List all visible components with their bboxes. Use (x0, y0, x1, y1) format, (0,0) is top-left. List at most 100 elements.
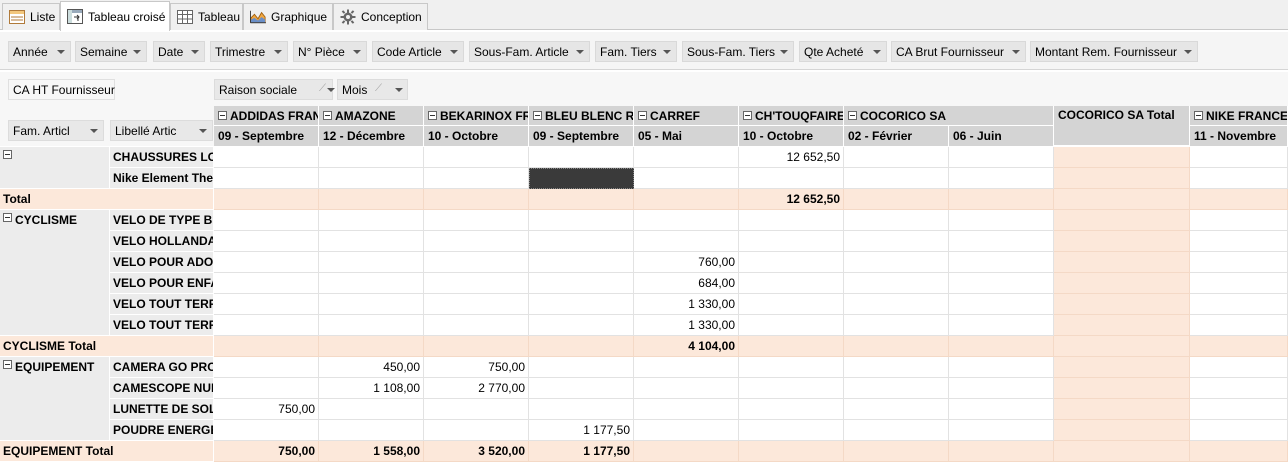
data-cell[interactable] (1190, 315, 1288, 336)
collapse-icon[interactable] (743, 111, 752, 120)
total-cell[interactable] (1054, 336, 1190, 357)
column-group-header[interactable]: NIKE FRANCE (1190, 106, 1288, 126)
chevron-down-icon[interactable] (327, 88, 335, 92)
filter-field-semaine[interactable]: Semaine (75, 41, 147, 62)
data-cell[interactable] (1054, 315, 1190, 336)
column-month-header[interactable]: 06 - Juin (949, 126, 1054, 147)
total-cell[interactable] (424, 336, 529, 357)
data-cell[interactable] (319, 273, 424, 294)
data-cell[interactable]: 684,00 (634, 273, 739, 294)
chevron-down-icon[interactable] (1184, 50, 1192, 54)
data-cell[interactable] (949, 273, 1054, 294)
data-cell[interactable] (319, 315, 424, 336)
data-cell[interactable] (634, 357, 739, 378)
data-cell[interactable] (424, 210, 529, 231)
data-cell[interactable] (319, 231, 424, 252)
total-cell[interactable]: 1 177,50 (529, 441, 634, 462)
filter-field-sous-fam-tiers[interactable]: Sous-Fam. Tiers (682, 41, 794, 62)
data-cell[interactable]: 760,00 (634, 252, 739, 273)
data-cell[interactable] (424, 420, 529, 441)
collapse-icon[interactable] (1194, 111, 1203, 120)
filter-field-sous-fam-article[interactable]: Sous-Fam. Article (469, 41, 590, 62)
data-cell[interactable] (739, 252, 844, 273)
data-field-ca-ht-fournisseur[interactable]: CA HT Fournisseur (8, 79, 115, 100)
column-month-header[interactable]: 02 - Février (844, 126, 949, 147)
column-group-header[interactable]: CARREF (634, 106, 739, 126)
data-cell[interactable]: 1 108,00 (319, 378, 424, 399)
collapse-icon[interactable] (323, 111, 332, 120)
data-cell[interactable] (949, 294, 1054, 315)
chevron-down-icon[interactable] (576, 50, 584, 54)
total-cell[interactable] (739, 441, 844, 462)
total-cell[interactable] (529, 189, 634, 210)
data-cell[interactable]: 750,00 (214, 399, 319, 420)
data-cell[interactable] (949, 252, 1054, 273)
data-cell[interactable] (424, 252, 529, 273)
data-cell[interactable] (844, 294, 949, 315)
data-cell[interactable] (1054, 252, 1190, 273)
total-cell[interactable] (319, 189, 424, 210)
data-cell[interactable] (739, 168, 844, 189)
data-cell[interactable] (949, 420, 1054, 441)
data-cell[interactable] (844, 315, 949, 336)
data-cell[interactable] (1190, 273, 1288, 294)
filter-field-annee[interactable]: Année (8, 41, 71, 62)
data-cell[interactable] (739, 420, 844, 441)
total-cell[interactable] (1190, 189, 1288, 210)
data-cell[interactable] (739, 231, 844, 252)
filter-field-ca-brut-fournisseur[interactable]: CA Brut Fournisseur (891, 41, 1026, 62)
row-field-libelle-article[interactable]: Libellé Artic (110, 120, 213, 141)
data-cell[interactable] (739, 210, 844, 231)
total-cell[interactable] (214, 189, 319, 210)
data-cell[interactable] (214, 252, 319, 273)
filter-field-montant-rem-fournisseur[interactable]: Montant Rem. Fournisseur (1030, 41, 1198, 62)
data-cell[interactable] (739, 315, 844, 336)
chevron-down-icon[interactable] (90, 129, 98, 133)
total-cell[interactable]: 4 104,00 (634, 336, 739, 357)
data-cell[interactable] (529, 231, 634, 252)
data-cell[interactable] (844, 252, 949, 273)
column-field-mois[interactable]: Mois ⟋ (337, 79, 408, 100)
data-cell[interactable] (844, 420, 949, 441)
total-cell[interactable] (1190, 336, 1288, 357)
total-cell[interactable] (844, 189, 949, 210)
data-cell[interactable] (1190, 147, 1288, 168)
column-group-header[interactable]: COCORICO SA (844, 106, 1054, 126)
total-cell[interactable] (949, 189, 1054, 210)
row-label[interactable]: VELO TOUT TERRAIN (110, 315, 214, 336)
data-cell[interactable] (949, 231, 1054, 252)
data-cell[interactable]: 750,00 (424, 357, 529, 378)
chevron-down-icon[interactable] (663, 50, 671, 54)
row-label[interactable]: VELO POUR ENFANT (110, 273, 214, 294)
data-cell[interactable] (319, 399, 424, 420)
data-cell[interactable]: 1 177,50 (529, 420, 634, 441)
tab-conception[interactable]: Conception (333, 3, 428, 30)
total-cell[interactable] (634, 441, 739, 462)
data-cell[interactable] (949, 168, 1054, 189)
data-cell[interactable] (739, 273, 844, 294)
column-group-header[interactable]: CH'TOUQFAIRE (739, 106, 844, 126)
data-cell[interactable] (1190, 357, 1288, 378)
row-label[interactable]: VELO TOUT TERRAIN (110, 294, 214, 315)
column-group-header[interactable]: ADDIDAS FRANCE (214, 106, 319, 126)
data-cell[interactable] (634, 231, 739, 252)
chevron-down-icon[interactable] (873, 50, 881, 54)
data-cell[interactable] (844, 231, 949, 252)
data-cell[interactable] (949, 147, 1054, 168)
row-family-header[interactable]: CYCLISME (0, 210, 110, 336)
total-cell[interactable] (949, 441, 1054, 462)
row-label[interactable]: CAMESCOPE NUMERIQUE (110, 378, 214, 399)
data-cell[interactable] (1054, 147, 1190, 168)
data-cell[interactable] (1190, 252, 1288, 273)
data-cell[interactable] (844, 378, 949, 399)
filter-field-code-article[interactable]: Code Article (372, 41, 464, 62)
chevron-down-icon[interactable] (199, 129, 207, 133)
data-cell[interactable] (634, 420, 739, 441)
data-cell[interactable] (739, 399, 844, 420)
column-month-header[interactable]: 09 - Septembre (214, 126, 319, 147)
data-cell[interactable] (424, 294, 529, 315)
data-cell[interactable] (529, 147, 634, 168)
data-cell[interactable] (844, 210, 949, 231)
data-cell[interactable] (634, 210, 739, 231)
tab-tableau[interactable]: Tableau (170, 3, 243, 30)
